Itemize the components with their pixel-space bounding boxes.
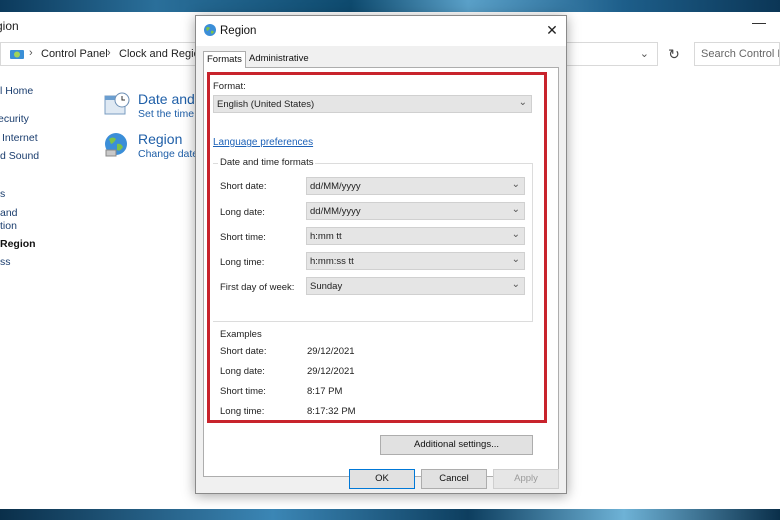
minimize-icon[interactable]: — [752, 14, 766, 30]
globe-icon [204, 24, 216, 36]
example-long-date-value: 29/12/2021 [307, 366, 355, 377]
category-region-sub[interactable]: Change date [138, 148, 198, 160]
breadcrumb-separator: › [29, 47, 33, 59]
chevron-down-icon: ⌄ [511, 279, 520, 290]
first-day-of-week-label: First day of week: [220, 282, 295, 293]
short-time-label: Short time: [220, 232, 266, 243]
group-title: Date and time formats [218, 157, 316, 168]
long-date-dropdown[interactable]: dd/MM/yyyy ⌄ [306, 202, 525, 220]
ok-button[interactable]: OK [349, 469, 415, 489]
cancel-button[interactable]: Cancel [421, 469, 487, 489]
first-day-of-week-dropdown[interactable]: Sunday ⌄ [306, 277, 525, 295]
long-date-value: dd/MM/yyyy [310, 206, 361, 217]
breadcrumb-clock-and-region[interactable]: Clock and Region [119, 48, 206, 60]
category-date-and-time-sub[interactable]: Set the time [138, 108, 194, 120]
examples-divider [213, 321, 533, 322]
long-time-value: h:mm:ss tt [310, 256, 354, 267]
format-label: Format: [213, 81, 246, 92]
sidebar-item-s[interactable]: s [0, 188, 5, 200]
short-time-value: h:mm tt [310, 231, 342, 242]
desktop-wallpaper [0, 509, 780, 520]
sidebar-item-home[interactable]: l Home [0, 85, 33, 97]
apply-button[interactable]: Apply [493, 469, 559, 489]
sidebar-item-security[interactable]: ecurity [0, 113, 29, 125]
format-dropdown[interactable]: English (United States) ⌄ [213, 95, 532, 113]
sidebar-item-ss[interactable]: ss [0, 256, 11, 268]
category-region[interactable]: Region [138, 131, 182, 147]
sidebar-item-sound[interactable]: d Sound [0, 150, 39, 162]
example-long-date-label: Long date: [220, 366, 265, 377]
short-date-label: Short date: [220, 181, 267, 192]
example-short-time-value: 8:17 PM [307, 386, 343, 397]
tab-formats[interactable]: Formats [203, 51, 246, 68]
sidebar-item-internet[interactable]: Internet [2, 132, 38, 144]
tab-administrative[interactable]: Administrative [246, 51, 312, 67]
example-short-date-value: 29/12/2021 [307, 346, 355, 357]
long-date-label: Long date: [220, 207, 265, 218]
dialog-title: Region [220, 25, 257, 37]
chevron-down-icon: ⌄ [511, 254, 520, 265]
close-icon[interactable]: ✕ [538, 16, 566, 44]
sidebar-item-tion[interactable]: tion [0, 220, 17, 232]
format-dropdown-value: English (United States) [217, 99, 315, 110]
chevron-down-icon: ⌄ [511, 179, 520, 190]
control-panel-icon [10, 50, 24, 59]
long-time-label: Long time: [220, 257, 265, 268]
example-short-date-label: Short date: [220, 346, 267, 357]
breadcrumb-separator: › [107, 47, 111, 59]
example-long-time-value: 8:17:32 PM [307, 406, 356, 417]
additional-settings-button[interactable]: Additional settings... [380, 435, 533, 455]
category-date-and-time[interactable]: Date and [138, 91, 195, 107]
sidebar-item-region[interactable]: Region [0, 238, 36, 250]
refresh-icon[interactable]: ↻ [662, 42, 686, 66]
chevron-down-icon[interactable]: ⌄ [640, 47, 649, 60]
globe-icon [105, 133, 127, 157]
chevron-down-icon: ⌄ [511, 204, 520, 215]
chevron-down-icon: ⌄ [518, 97, 527, 108]
breadcrumb-control-panel[interactable]: Control Panel [41, 48, 108, 60]
search-input[interactable]: Search Control Pa [694, 42, 780, 66]
short-date-dropdown[interactable]: dd/MM/yyyy ⌄ [306, 177, 525, 195]
first-day-of-week-value: Sunday [310, 281, 343, 292]
long-time-dropdown[interactable]: h:mm:ss tt ⌄ [306, 252, 525, 270]
short-time-dropdown[interactable]: h:mm tt ⌄ [306, 227, 525, 245]
short-date-value: dd/MM/yyyy [310, 181, 361, 192]
clock-icon [104, 92, 130, 115]
dialog-titlebar: Region ✕ [196, 16, 566, 46]
example-long-time-label: Long time: [220, 406, 265, 417]
examples-title: Examples [220, 329, 262, 340]
language-preferences-link[interactable]: Language preferences [213, 137, 313, 148]
example-short-time-label: Short time: [220, 386, 266, 397]
chevron-down-icon: ⌄ [511, 229, 520, 240]
sidebar-item-and[interactable]: and [0, 207, 18, 219]
